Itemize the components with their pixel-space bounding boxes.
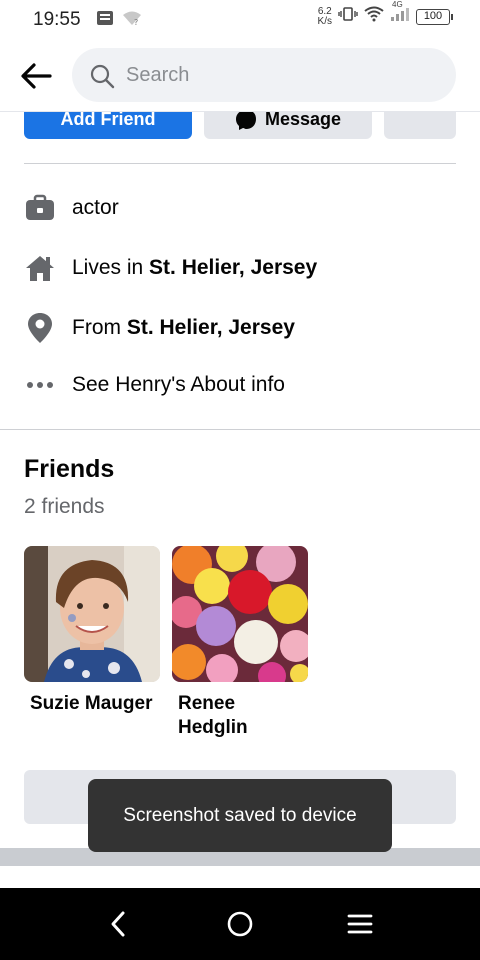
more-dots-icon: [24, 369, 56, 401]
status-time: 19:55: [33, 9, 81, 30]
nav-menu-button[interactable]: [342, 906, 378, 942]
briefcase-icon: [24, 192, 56, 224]
nav-back-button[interactable]: [100, 906, 136, 942]
back-button[interactable]: [18, 58, 54, 94]
location-pin-icon: [24, 312, 56, 344]
signal-icon: 4G: [390, 0, 410, 27]
friend-photo[interactable]: [172, 546, 308, 682]
friend-photo[interactable]: [24, 546, 160, 682]
svg-text:?: ?: [134, 18, 138, 26]
friend-card[interactable]: Suzie Mauger: [24, 546, 160, 716]
detail-from: From St. Helier, Jersey: [24, 308, 456, 348]
about-info-text: See Henry's About info: [72, 373, 285, 396]
search-icon: [90, 64, 115, 89]
status-bar: 19:55 ? 6.2 K/s 4G 100: [0, 0, 480, 38]
section-divider: [0, 429, 480, 430]
system-nav-bar: [0, 888, 480, 960]
friend-card[interactable]: Renee Hedglin: [172, 546, 308, 740]
lives-place: St. Helier, Jersey: [149, 256, 318, 279]
see-about-info-link[interactable]: See Henry's About info: [24, 365, 456, 405]
detail-work: actor: [24, 188, 456, 228]
friends-title: Friends: [24, 455, 115, 483]
friend-name[interactable]: Renee Hedglin: [172, 692, 272, 740]
chevron-left-icon: [111, 911, 125, 937]
wifi-question-icon: ?: [122, 10, 142, 31]
work-text: actor: [72, 196, 119, 219]
add-friend-label: Add Friend: [60, 109, 156, 129]
home-circle-icon: [227, 911, 253, 937]
wifi-icon: [364, 6, 384, 27]
detail-lives: Lives in St. Helier, Jersey: [24, 248, 456, 288]
divider: [24, 163, 456, 164]
lives-prefix: Lives in: [72, 256, 150, 279]
home-icon: [24, 252, 56, 284]
message-label: Message: [264, 109, 342, 129]
battery-indicator: 100: [416, 8, 453, 25]
top-header: [0, 38, 480, 112]
friends-count: 2 friends: [24, 495, 105, 518]
back-arrow-icon: [21, 63, 52, 89]
from-place: St. Helier, Jersey: [126, 316, 295, 339]
menu-icon: [347, 914, 373, 934]
toast-message: Screenshot saved to device: [88, 779, 392, 852]
search-bar[interactable]: [72, 48, 456, 102]
nav-home-button[interactable]: [222, 906, 258, 942]
vibrate-icon: [338, 6, 358, 27]
search-input[interactable]: [126, 48, 436, 102]
from-prefix: From: [72, 316, 127, 339]
network-speed: 6.2 K/s: [317, 5, 332, 27]
friend-name[interactable]: Suzie Mauger: [24, 692, 160, 716]
notification-icon: [96, 10, 114, 31]
